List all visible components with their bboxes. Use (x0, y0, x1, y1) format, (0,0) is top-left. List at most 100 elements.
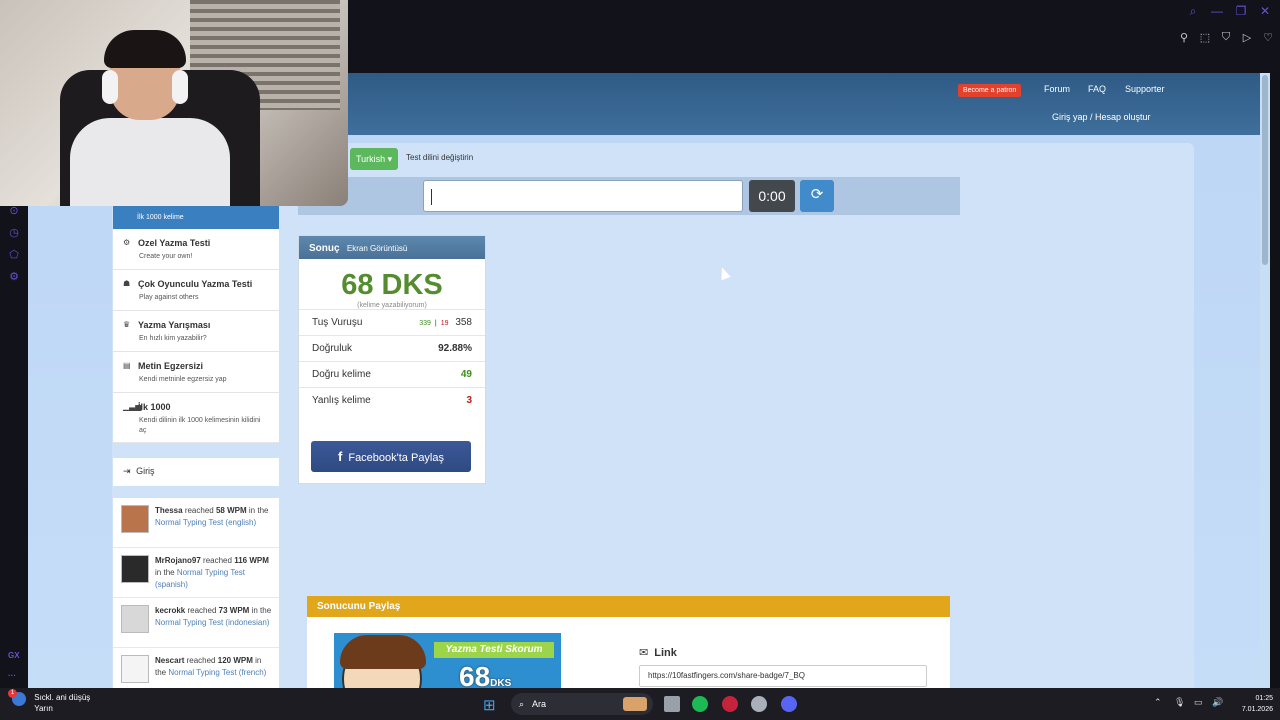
page-scrollbar[interactable] (1260, 73, 1270, 688)
activity-in: in (255, 656, 262, 665)
share-panel: Sonucunu Paylaş Yazma Testi Skorum 68DKS… (307, 596, 950, 688)
extensions-icon[interactable]: ⬠ (6, 248, 22, 264)
activity-lang[interactable]: (spanish) (155, 580, 188, 589)
facebook-share-button[interactable]: f Facebook'ta Paylaş (311, 441, 471, 472)
sign-in-icon: ⇥ (123, 466, 131, 476)
badge-wpm-value: 68 (459, 661, 491, 688)
window-controls: ⌕ — ❐ ✕ (1186, 4, 1272, 19)
stat-accuracy: Doğruluk 92.88% (299, 335, 485, 361)
webcam-headphone-left (102, 70, 118, 104)
player-icon[interactable]: ⊙ (6, 204, 22, 220)
play-icon[interactable]: ▷ (1241, 31, 1253, 44)
list-item: MrRojano97 reached 116 WPM in the Normal… (113, 548, 279, 598)
extension-bar: ⚲ ⬚ ⛉ ▷ ♡ (1178, 31, 1274, 44)
microphone-icon[interactable]: 🎙 (1174, 697, 1185, 708)
avatar[interactable] (121, 505, 149, 533)
chevron-up-icon[interactable]: ⌃ (1154, 697, 1162, 708)
activity-lang[interactable]: (indonesian) (225, 618, 269, 627)
restore-icon[interactable]: ❐ (1234, 4, 1248, 19)
nav-faq[interactable]: FAQ (1088, 84, 1106, 94)
opera-gx-icon[interactable] (722, 696, 738, 712)
minimize-icon[interactable]: — (1210, 4, 1224, 19)
history-icon[interactable]: ◷ (6, 226, 22, 242)
share-link-field[interactable]: https://10fastfingers.com/share-badge/7_… (639, 665, 927, 687)
menu-item-title: Ozel Yazma Testi (138, 238, 211, 248)
shield-icon[interactable]: ⛉ (1220, 31, 1232, 44)
webcam-person-hair (104, 30, 186, 68)
nav-supporter[interactable]: Supporter (1125, 84, 1165, 94)
task-view-icon[interactable] (664, 696, 680, 712)
list-item: Thessa reached 58 WPM in the Normal Typi… (113, 498, 279, 548)
weather-widget[interactable]: 1 Sıckl. ani düşüş Yarın (8, 689, 90, 714)
text-caret (431, 189, 432, 205)
screenshot-tab[interactable]: Ekran Görüntüsü (347, 244, 407, 253)
change-language-link[interactable]: Test dilini değiştirin (406, 153, 473, 162)
activity-test-link[interactable]: Normal Typing Test (155, 618, 223, 627)
start-icon[interactable]: ⊞ (483, 696, 496, 714)
menu-item-first-1000[interactable]: ▁▃▅ İlk 1000 Kendi dilinin ilk 1000 keli… (113, 393, 279, 443)
link-label-text: Link (654, 647, 677, 659)
activity-test-link[interactable]: Normal Typing Test (155, 518, 223, 527)
activity-user[interactable]: MrRojano97 (155, 556, 201, 565)
system-clock[interactable]: 01:25 7.01.2026 (1231, 693, 1273, 715)
stat-label: Doğru kelime (312, 369, 371, 380)
reset-button[interactable]: ⟳ (800, 180, 834, 212)
scrollbar-thumb[interactable] (1262, 75, 1268, 265)
settings-icon[interactable]: ⚙ (6, 270, 22, 286)
more-icon[interactable]: ··· (8, 671, 16, 680)
menu-item-text-practice[interactable]: ▤ Metin Egzersizi Kendi metninle egzersi… (113, 352, 279, 393)
menu-item-top1000[interactable]: İlk 1000 kelime (113, 206, 279, 229)
activity-test-link[interactable]: Normal Typing Test (177, 568, 245, 577)
nav-forum[interactable]: Forum (1044, 84, 1070, 94)
trophy-icon: ♛ (123, 320, 131, 329)
badge-wpm: 68DKS (459, 661, 511, 688)
login-box[interactable]: ⇥ Giriş (113, 458, 279, 486)
snapshot-icon[interactable]: ⬚ (1199, 31, 1211, 44)
search-icon[interactable]: ⌕ (1186, 4, 1200, 19)
activity-lang[interactable]: (english) (225, 518, 256, 527)
activity-test-link[interactable]: Normal Typing Test (168, 668, 236, 677)
pin-icon[interactable]: ⚲ (1178, 31, 1190, 44)
link-label: ✉ Link (639, 646, 677, 659)
app-icon[interactable] (751, 696, 767, 712)
result-title[interactable]: Sonuç (309, 243, 340, 254)
gx-label[interactable]: GX (8, 651, 20, 660)
badge-wpm-unit: DKS (490, 678, 512, 688)
avatar[interactable] (121, 605, 149, 633)
menu-item-multiplayer[interactable]: ☗ Çok Oyunculu Yazma Testi Play against … (113, 270, 279, 311)
volume-icon[interactable]: 🔊 (1212, 697, 1223, 708)
keystrokes-total: 358 (455, 317, 472, 328)
patron-button[interactable]: Become a patron (958, 84, 1022, 97)
spotify-icon[interactable] (692, 696, 708, 712)
activity-user[interactable]: Nescart (155, 656, 184, 665)
activity-the: the (155, 668, 167, 677)
avatar[interactable] (121, 655, 149, 683)
discord-icon[interactable] (781, 696, 797, 712)
activity-user[interactable]: kecrokk (155, 606, 185, 615)
activity-user[interactable]: Thessa (155, 506, 183, 515)
weather-line2: Yarın (34, 704, 53, 713)
menu-item-competition[interactable]: ♛ Yazma Yarışması En hızlı kim yazabilir… (113, 311, 279, 352)
activity-the: the (257, 506, 269, 515)
webcam-overlay (0, 0, 348, 206)
badge-avatar-hair (340, 635, 426, 669)
login-register-link[interactable]: Giriş yap / Hesap oluştur (1052, 112, 1151, 122)
activity-lang[interactable]: (french) (239, 668, 267, 677)
activity-the: the (163, 568, 175, 577)
stat-correct-words: Doğru kelime 49 (299, 361, 485, 387)
activity-verb: reached (203, 556, 232, 565)
avatar[interactable] (121, 555, 149, 583)
typing-input[interactable] (423, 180, 743, 212)
taskbar-search[interactable]: ⌕ Ara (511, 693, 653, 715)
share-badge-image[interactable]: Yazma Testi Skorum 68DKS (334, 633, 561, 688)
weather-icon: 1 (8, 689, 26, 706)
side-menu: İlk 1000 kelime ⚙ Ozel Yazma Testi Creat… (113, 206, 279, 443)
timer: 0:00 (749, 180, 795, 212)
menu-item-custom-test[interactable]: ⚙ Ozel Yazma Testi Create your own! (113, 229, 279, 270)
close-icon[interactable]: ✕ (1258, 4, 1272, 19)
result-header: Sonuç Ekran Görüntüsü (299, 236, 485, 259)
language-dropdown[interactable]: Turkish ▾ (350, 148, 399, 170)
activity-feed: Thessa reached 58 WPM in the Normal Typi… (113, 498, 279, 688)
display-icon[interactable]: ▭ (1194, 697, 1203, 708)
heart-icon[interactable]: ♡ (1262, 31, 1274, 44)
